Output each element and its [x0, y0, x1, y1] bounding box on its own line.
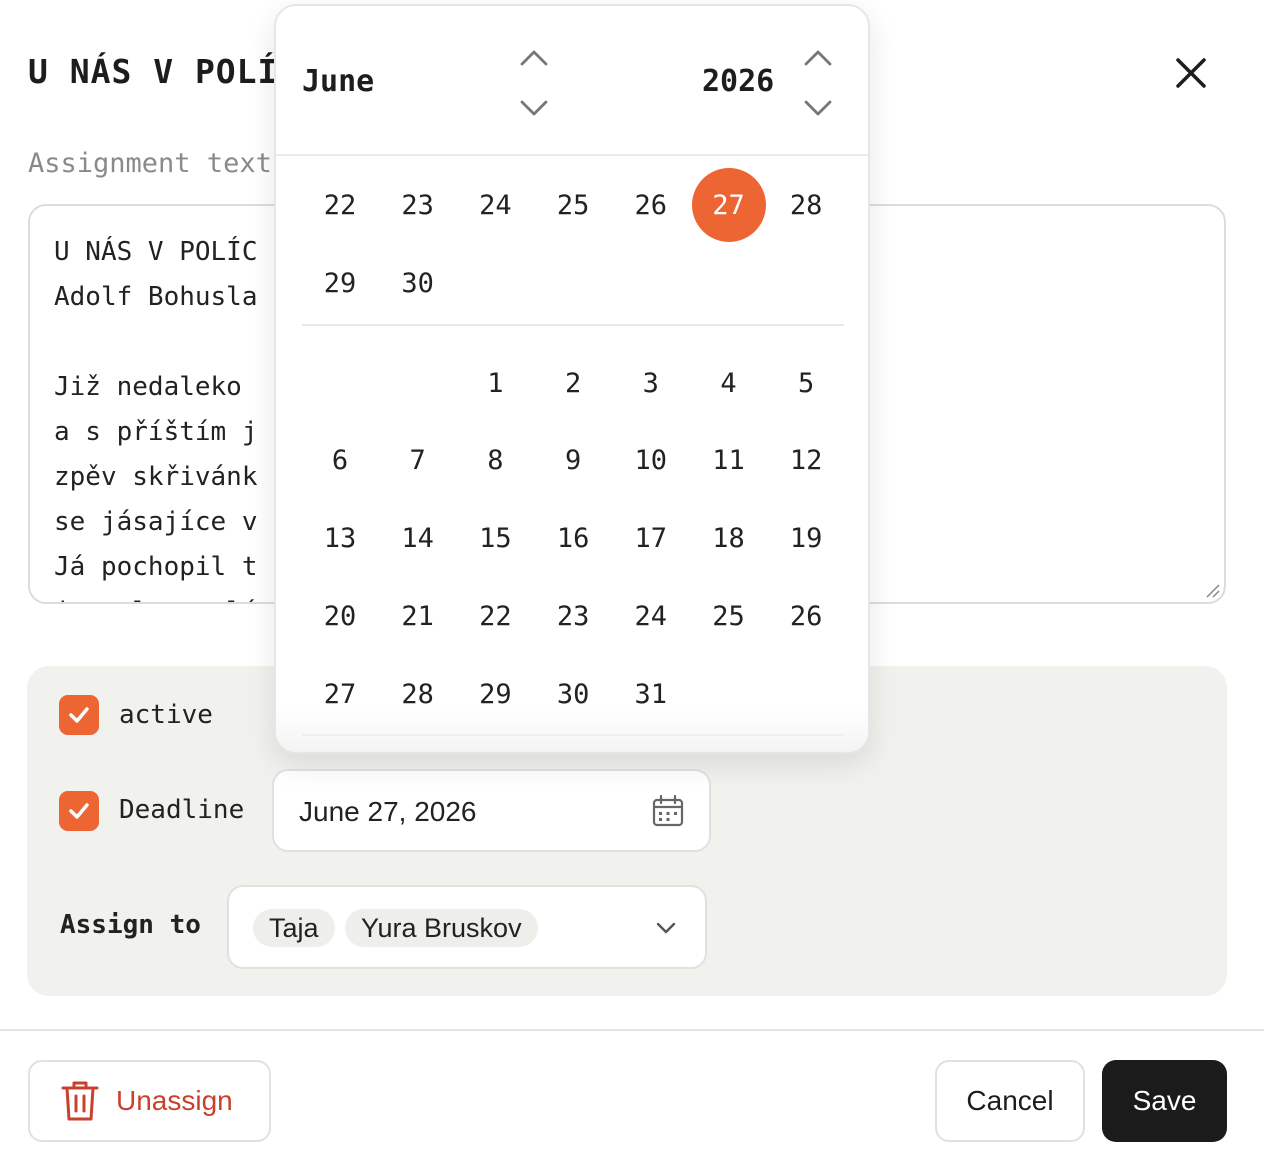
assignment-text-line: [54, 320, 258, 365]
calendar-day[interactable]: 23: [381, 168, 455, 242]
assign-to-label: Assign to: [60, 910, 201, 940]
calendar-day[interactable]: 3: [614, 346, 688, 420]
calendar-day-selected[interactable]: 27: [691, 168, 766, 242]
calendar-day[interactable]: 2: [536, 346, 610, 420]
calendar-day[interactable]: 5: [769, 346, 843, 420]
close-icon: [1176, 58, 1206, 88]
date-picker-popover: June 2026 22 23 24 25 26 27 28 29 30 1 2 3 4 5 6 7 8 9 10 1…: [274, 4, 870, 754]
year-label: 2026: [702, 64, 775, 99]
calendar-day[interactable]: 25: [692, 579, 766, 653]
assignment-text-line: Adolf Bohusla: [54, 282, 258, 312]
calendar-day[interactable]: 20: [303, 579, 377, 653]
calendar-divider: [302, 324, 844, 326]
unassign-button[interactable]: Unassign: [28, 1060, 271, 1142]
assignee-select[interactable]: Taja Yura Bruskov: [227, 885, 707, 969]
calendar-day[interactable]: 16: [536, 501, 610, 575]
calendar-day[interactable]: 26: [614, 168, 688, 242]
deadline-date-input[interactable]: June 27, 2026: [272, 769, 711, 852]
date-picker-header: June 2026: [276, 6, 868, 156]
calendar-day[interactable]: 13: [303, 501, 377, 575]
calendar-day[interactable]: 7: [381, 423, 455, 497]
picker-scroll-fade: [276, 706, 868, 752]
calendar-day[interactable]: 12: [769, 423, 843, 497]
calendar-day[interactable]: 8: [458, 423, 532, 497]
assignment-text-content: U NÁS V POLÍC Adolf Bohusla Již nedaleko a …: [54, 230, 258, 602]
deadline-date-value: June 27, 2026: [299, 796, 477, 827]
calendar-day[interactable]: 24: [458, 168, 532, 242]
assignment-text-line: jsa slunce lí: [54, 590, 258, 602]
footer-divider: [0, 1029, 1264, 1031]
assignment-text-line: se jásajíce v: [54, 507, 258, 537]
calendar-day[interactable]: 17: [614, 501, 688, 575]
year-up-chevron-icon[interactable]: [801, 46, 835, 70]
assignment-text-line: zpěv skřivánk: [54, 462, 258, 492]
month-down-chevron-icon[interactable]: [517, 96, 551, 120]
assignment-text-line: U NÁS V POLÍC: [54, 237, 258, 267]
calendar-icon: [652, 794, 684, 827]
assignee-chip[interactable]: Taja: [253, 909, 335, 947]
calendar-day[interactable]: 18: [692, 501, 766, 575]
assignment-text-line: a s příštím j: [54, 417, 258, 447]
trash-icon: [61, 1081, 99, 1121]
calendar-day[interactable]: 10: [614, 423, 688, 497]
save-button[interactable]: Save: [1102, 1060, 1227, 1142]
calendar-day[interactable]: 30: [381, 246, 455, 320]
checkmark-icon: [69, 707, 89, 723]
assignment-text-line: Já pochopil t: [54, 552, 258, 582]
calendar-day[interactable]: 4: [692, 346, 766, 420]
calendar-day[interactable]: 15: [458, 501, 532, 575]
chevron-down-icon: [656, 922, 676, 934]
assignee-chip[interactable]: Yura Bruskov: [345, 909, 538, 947]
resize-grip-icon[interactable]: [1204, 582, 1220, 598]
calendar-day[interactable]: 11: [692, 423, 766, 497]
calendar-day[interactable]: 9: [536, 423, 610, 497]
calendar-day[interactable]: 22: [458, 579, 532, 653]
calendar-day[interactable]: 28: [769, 168, 843, 242]
active-label: active: [119, 700, 213, 730]
deadline-checkbox[interactable]: [59, 791, 99, 831]
calendar-day[interactable]: 29: [303, 246, 377, 320]
year-down-chevron-icon[interactable]: [801, 96, 835, 120]
calendar-day[interactable]: 22: [303, 168, 377, 242]
calendar-day[interactable]: 25: [536, 168, 610, 242]
checkmark-icon: [69, 803, 89, 819]
cancel-button[interactable]: Cancel: [935, 1060, 1085, 1142]
assignment-text-label: Assignment text: [28, 148, 272, 179]
calendar-day[interactable]: 14: [381, 501, 455, 575]
calendar-day[interactable]: 1: [458, 346, 532, 420]
calendar-day[interactable]: 26: [769, 579, 843, 653]
month-up-chevron-icon[interactable]: [517, 46, 551, 70]
deadline-label: Deadline: [119, 795, 245, 825]
calendar-day[interactable]: 23: [536, 579, 610, 653]
calendar-day[interactable]: 19: [769, 501, 843, 575]
month-label: June: [302, 64, 375, 99]
close-button[interactable]: [1168, 50, 1214, 96]
assignment-text-line: Již nedaleko: [54, 372, 242, 402]
calendar-day[interactable]: 21: [381, 579, 455, 653]
calendar-day[interactable]: 24: [614, 579, 688, 653]
calendar-day[interactable]: 6: [303, 423, 377, 497]
unassign-label: Unassign: [116, 1085, 233, 1116]
dialog-title: U NÁS V POLÍ: [28, 52, 279, 91]
assignment-dialog: U NÁS V POLÍ Assignment text U NÁS V POL…: [0, 0, 1264, 1168]
active-checkbox[interactable]: [59, 695, 99, 735]
